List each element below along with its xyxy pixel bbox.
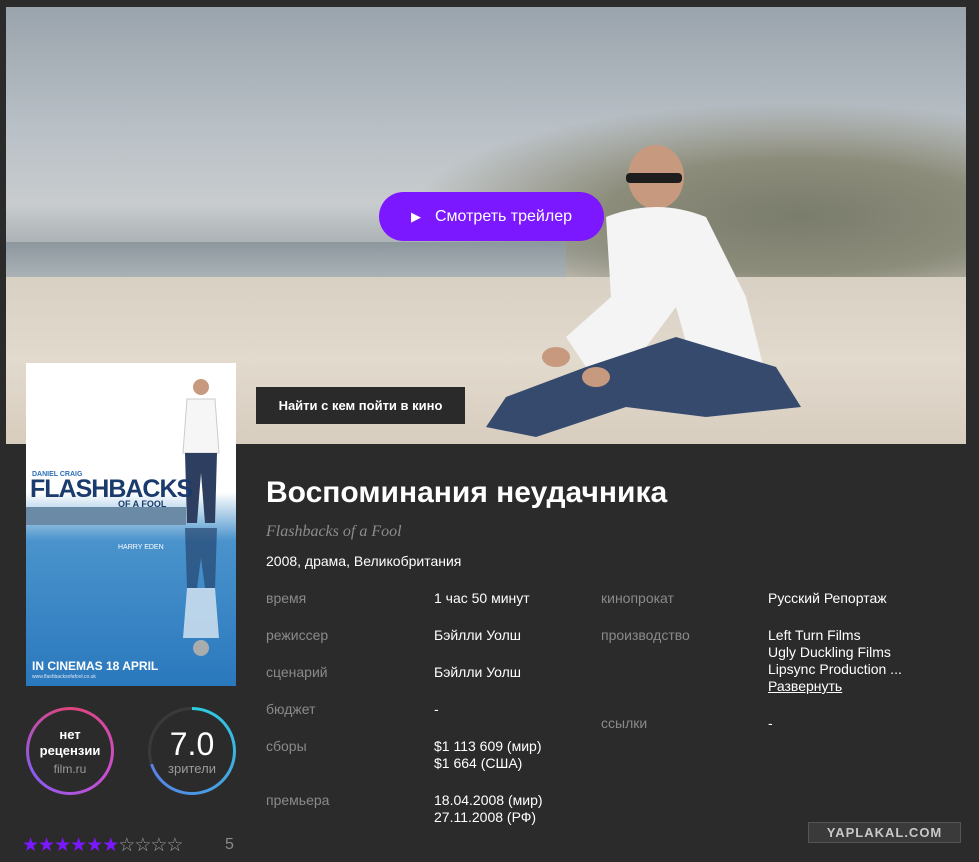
detail-label-links: ссылки bbox=[601, 715, 648, 731]
find-companion-button[interactable]: Найти с кем пойти в кино bbox=[256, 387, 465, 424]
star-empty-icon[interactable]: ☆ bbox=[150, 835, 167, 856]
star-filled-icon[interactable]: ★ bbox=[86, 835, 103, 856]
poster-actor2: HARRY EDEN bbox=[118, 544, 164, 551]
detail-label-director: режиссер bbox=[266, 627, 329, 643]
star-empty-icon[interactable]: ☆ bbox=[166, 835, 183, 856]
poster-cinema-line: IN CINEMAS 18 APRIL bbox=[32, 659, 159, 673]
detail-label-boxoffice: сборы bbox=[266, 738, 307, 754]
watch-trailer-button[interactable]: ▶ Смотреть трейлер bbox=[379, 192, 604, 241]
expand-production-link[interactable]: Развернуть bbox=[768, 678, 842, 695]
detail-value-premiere-ru: 27.11.2008 (РФ) bbox=[434, 809, 537, 825]
star-filled-icon[interactable]: ★ bbox=[22, 835, 39, 856]
detail-value-distribution[interactable]: Русский Репортаж bbox=[768, 590, 887, 607]
star-empty-icon[interactable]: ☆ bbox=[118, 835, 135, 856]
detail-value-production-1[interactable]: Left Turn Films bbox=[768, 627, 861, 644]
detail-value-links: - bbox=[768, 715, 773, 731]
filmru-rating-line1: нет bbox=[59, 726, 81, 742]
detail-value-time: 1 час 50 минут bbox=[434, 590, 530, 606]
user-star-rating[interactable]: ★★★★★★☆☆☆☆ bbox=[22, 834, 183, 857]
filmru-rating-ring[interactable]: нет рецензии film.ru bbox=[26, 707, 114, 795]
detail-value-boxoffice-world: $1 113 609 (мир) bbox=[434, 738, 542, 754]
rating-count: 5 bbox=[225, 836, 234, 853]
hero-person-image bbox=[486, 145, 801, 437]
film-title: Воспоминания неудачника bbox=[266, 476, 668, 509]
movie-poster: DANIEL CRAIG FLASHBACKS OF A FOOL HARRY … bbox=[26, 363, 236, 686]
detail-value-premiere-world: 18.04.2008 (мир) bbox=[434, 792, 543, 808]
detail-label-time: время bbox=[266, 590, 307, 606]
film-original-title: Flashbacks of a Fool bbox=[266, 523, 402, 540]
detail-value-director[interactable]: Бэйлли Уолш bbox=[434, 627, 521, 644]
star-filled-icon[interactable]: ★ bbox=[70, 835, 87, 856]
detail-value-writer[interactable]: Бэйлли Уолш bbox=[434, 664, 521, 681]
detail-label-budget: бюджет bbox=[266, 701, 316, 717]
film-meta: 2008, драма, Великобритания bbox=[266, 553, 462, 569]
watch-trailer-label: Смотреть трейлер bbox=[435, 207, 572, 225]
filmru-rating-line2: рецензии bbox=[39, 742, 101, 758]
detail-label-premiere: премьера bbox=[266, 792, 330, 808]
detail-value-budget: - bbox=[434, 701, 439, 717]
star-empty-icon[interactable]: ☆ bbox=[134, 835, 151, 856]
viewers-rating-ring[interactable]: 7.0 зрители bbox=[148, 707, 236, 795]
poster-url: www.flashbacksofafool.co.uk bbox=[32, 674, 96, 680]
yaplakal-watermark: YAPLAKAL.COM bbox=[808, 822, 961, 843]
viewers-rating-score: 7.0 bbox=[169, 725, 215, 762]
poster-title: FLASHBACKS bbox=[30, 475, 193, 503]
detail-label-writer: сценарий bbox=[266, 664, 328, 680]
viewers-rating-label: зрители bbox=[168, 760, 216, 776]
star-filled-icon[interactable]: ★ bbox=[54, 835, 71, 856]
detail-label-production: производство bbox=[601, 627, 690, 643]
play-icon: ▶ bbox=[411, 208, 421, 224]
detail-value-production-2[interactable]: Ugly Duckling Films bbox=[768, 644, 891, 661]
filmru-rating-source: film.ru bbox=[53, 761, 87, 776]
star-filled-icon[interactable]: ★ bbox=[38, 835, 55, 856]
detail-value-boxoffice-usa: $1 664 (США) bbox=[434, 755, 523, 771]
poster-photo-strip bbox=[26, 507, 186, 525]
detail-label-distribution: кинопрокат bbox=[601, 590, 674, 606]
poster-reflection bbox=[183, 528, 219, 656]
star-filled-icon[interactable]: ★ bbox=[102, 835, 119, 856]
detail-value-production-3[interactable]: Lipsync Production ... bbox=[768, 661, 902, 678]
